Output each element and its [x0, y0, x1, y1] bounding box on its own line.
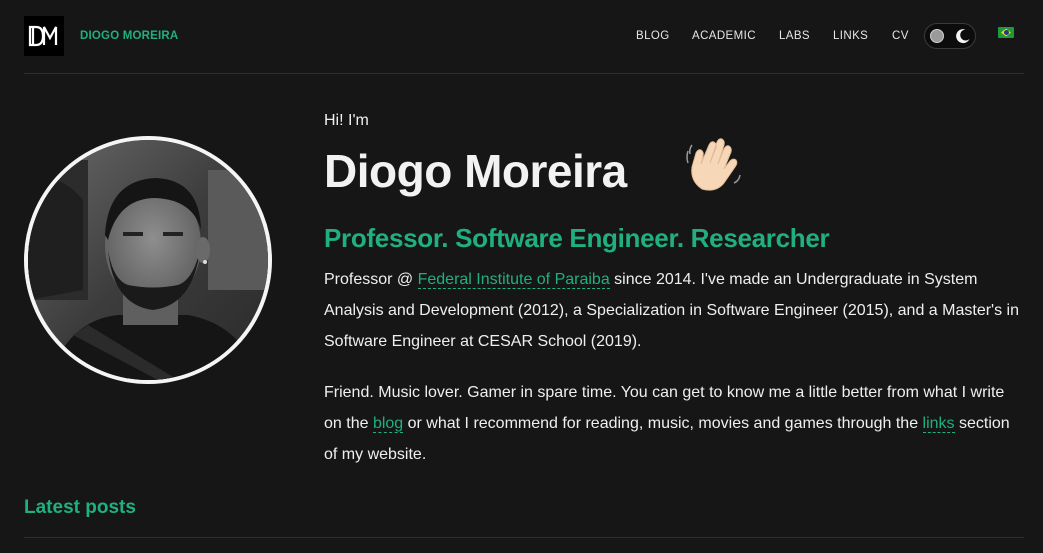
dm-logo-mark: [28, 25, 58, 47]
brazil-flag-icon[interactable]: [998, 27, 1014, 38]
waving-hand-icon: [686, 138, 741, 191]
ifpb-link[interactable]: Federal Institute of Paraiba: [417, 271, 610, 289]
site-name[interactable]: DIOGO MOREIRA: [80, 30, 178, 42]
divider: [24, 537, 1024, 538]
nav-cv[interactable]: CV: [892, 30, 909, 42]
site-header: DIOGO MOREIRA BLOG ACADEMIC LABS LINKS C…: [24, 0, 1024, 74]
subtitle: Professor. Software Engineer. Researcher: [324, 223, 830, 253]
about-paragraph: Friend. Music lover. Gamer in spare time…: [324, 377, 1024, 470]
latest-posts-heading: Latest posts: [24, 497, 136, 518]
nav-links[interactable]: LINKS: [833, 30, 868, 42]
avatar: [24, 136, 272, 384]
intro-text-prefix: Professor @: [324, 271, 418, 288]
nav-labs[interactable]: LABS: [779, 30, 810, 42]
blog-link[interactable]: blog: [372, 415, 404, 433]
avatar-photo: [28, 140, 268, 380]
toggle-knob: [930, 29, 944, 43]
intro-paragraph: Professor @ Federal Institute of Paraiba…: [324, 264, 1024, 357]
nav-blog[interactable]: BLOG: [636, 30, 670, 42]
flag-globe: [1003, 30, 1009, 35]
page-title: Diogo Moreira: [324, 145, 627, 197]
nav-academic[interactable]: ACADEMIC: [692, 30, 756, 42]
links-link[interactable]: links: [922, 415, 955, 433]
moon-icon: [956, 29, 970, 44]
greeting: Hi! I'm: [324, 112, 369, 129]
page: DIOGO MOREIRA BLOG ACADEMIC LABS LINKS C…: [0, 0, 1043, 553]
dm-logo[interactable]: [24, 16, 64, 56]
theme-toggle[interactable]: [924, 23, 976, 49]
about-text-middle: or what I recommend for reading, music, …: [403, 415, 923, 432]
